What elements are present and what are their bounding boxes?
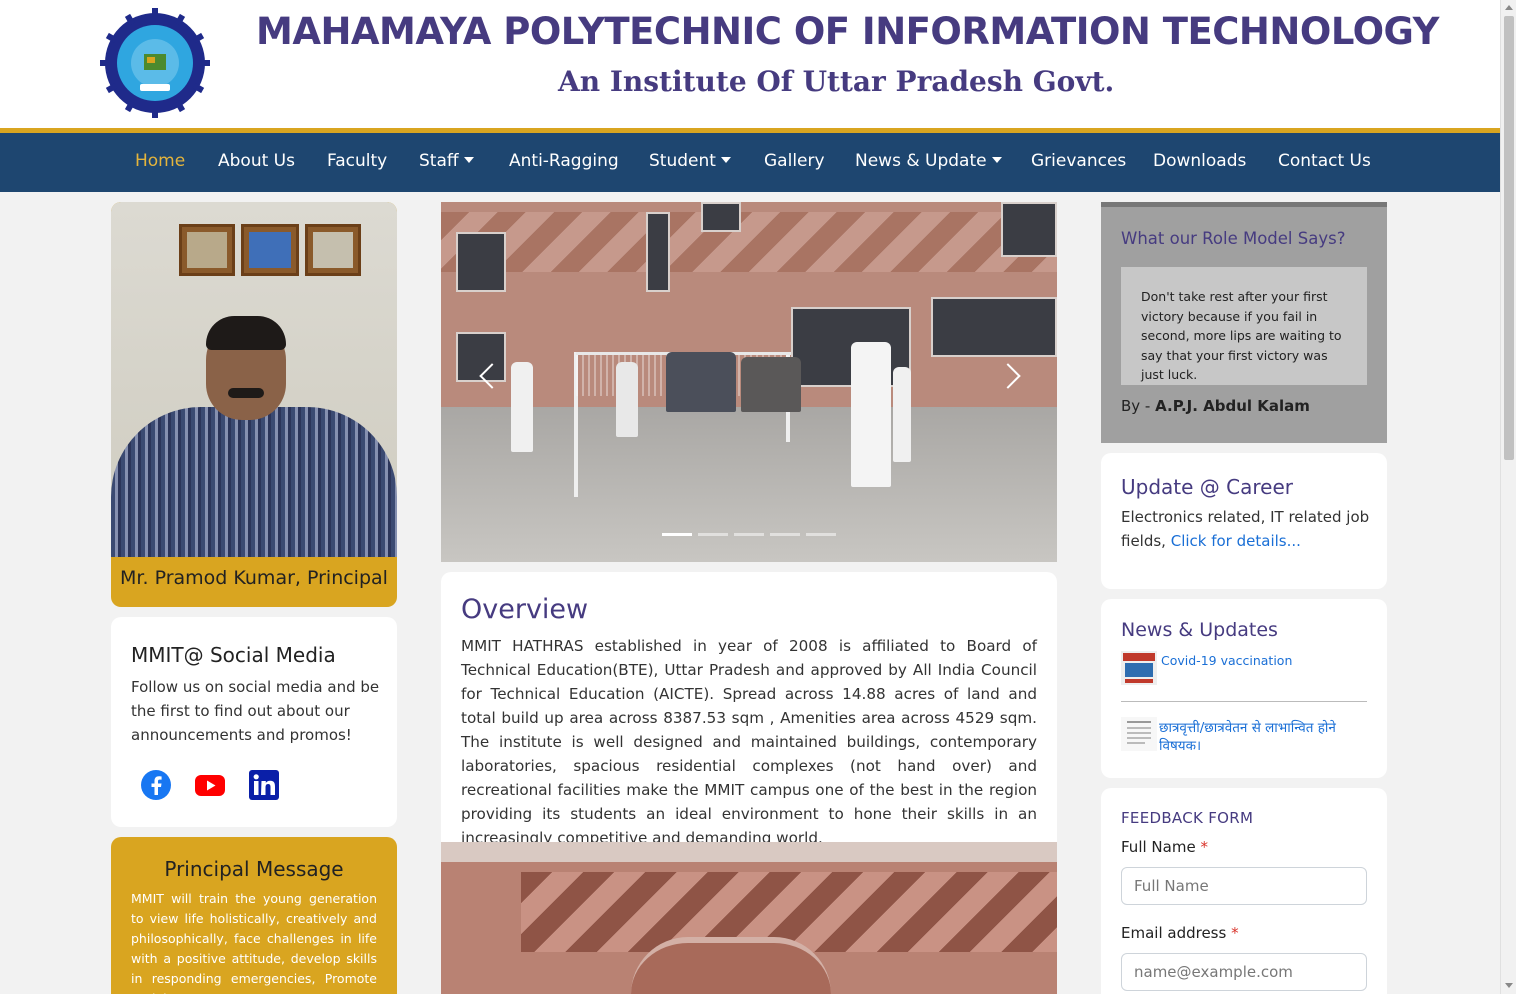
nav-staff[interactable]: Staff: [419, 151, 474, 171]
caret-down-icon: [991, 157, 1002, 163]
portrait-frame: [241, 224, 299, 276]
nav-gallery[interactable]: Gallery: [764, 151, 825, 171]
nav-home[interactable]: Home: [135, 151, 185, 171]
spectators: [741, 357, 801, 412]
institute-logo[interactable]: [100, 8, 210, 118]
youtube-icon[interactable]: [194, 769, 226, 801]
building-window: [456, 232, 506, 292]
news-link[interactable]: छात्रवृत्ती/छात्रवेतन से लाभान्वित होने …: [1159, 719, 1359, 755]
nav-student[interactable]: Student: [649, 151, 731, 171]
required-mark: *: [1200, 838, 1208, 856]
overview-card: Overview MMIT HATHRAS established in yea…: [441, 572, 1057, 847]
required-mark: *: [1231, 924, 1239, 942]
principal-message-text: MMIT will train the young generation to …: [131, 891, 377, 994]
nav-grievances[interactable]: Grievances: [1031, 151, 1126, 171]
quote-text: Don't take rest after your first victory…: [1141, 289, 1342, 382]
news-divider: [1121, 701, 1367, 702]
nav-news-update[interactable]: News & Update: [855, 151, 1002, 171]
caret-down-icon: [463, 157, 474, 163]
carousel-indicator[interactable]: [770, 533, 800, 536]
site-title: MAHAMAYA POLYTECHNIC OF INFORMATION TECH…: [256, 10, 1439, 53]
player: [511, 362, 533, 452]
email-label-text: Email address: [1121, 924, 1227, 942]
player: [893, 367, 911, 462]
principal-hair: [206, 316, 286, 350]
news-link[interactable]: Covid-19 vaccination: [1161, 652, 1292, 670]
site-subtitle: An Institute Of Uttar Pradesh Govt.: [558, 65, 1115, 98]
nav-faculty[interactable]: Faculty: [327, 151, 387, 171]
nav-about-us[interactable]: About Us: [218, 151, 295, 171]
principal-shirt: [111, 407, 397, 557]
portrait-frame: [305, 224, 361, 276]
carousel-indicator[interactable]: [662, 533, 692, 536]
quote-author: By - A.P.J. Abdul Kalam: [1121, 397, 1310, 415]
career-text: Electronics related, IT related job fiel…: [1121, 505, 1371, 553]
main-navbar: Home About Us Faculty Staff Anti-Ragging…: [0, 128, 1500, 192]
site-header: MAHAMAYA POLYTECHNIC OF INFORMATION TECH…: [0, 0, 1500, 128]
principal-moustache: [228, 388, 264, 398]
nav-contact-us[interactable]: Contact Us: [1278, 151, 1371, 171]
caret-down-icon: [720, 157, 731, 163]
full-name-label-text: Full Name: [1121, 838, 1196, 856]
portrait-frame: [179, 224, 235, 276]
news-title: News & Updates: [1121, 619, 1278, 641]
scroll-down-icon[interactable]: [1505, 983, 1513, 988]
player: [616, 362, 638, 437]
role-model-card: What our Role Model Says? Don't take res…: [1101, 202, 1387, 443]
building-window: [701, 202, 741, 232]
feedback-title: FEEDBACK FORM: [1121, 809, 1254, 827]
social-media-card: MMIT@ Social Media Follow us on social m…: [111, 617, 397, 827]
quote-box: Don't take rest after your first victory…: [1121, 267, 1367, 385]
overview-text: MMIT HATHRAS established in year of 2008…: [461, 637, 1037, 847]
email-label: Email address *: [1121, 924, 1239, 942]
nav-downloads[interactable]: Downloads: [1153, 151, 1246, 171]
role-model-title: What our Role Model Says?: [1121, 229, 1346, 248]
carousel-indicator[interactable]: [734, 533, 764, 536]
building-window: [931, 297, 1057, 357]
social-text: Follow us on social media and be the fir…: [131, 678, 380, 744]
spectators: [666, 352, 736, 412]
player: [851, 342, 891, 487]
overview-title: Overview: [461, 594, 589, 625]
building-window: [1001, 202, 1057, 257]
building-pattern: [441, 212, 1057, 272]
quote-by-prefix: By -: [1121, 397, 1156, 415]
career-details-link[interactable]: Click for details...: [1171, 532, 1301, 550]
facebook-icon[interactable]: [140, 769, 172, 801]
quote-author-name: A.P.J. Abdul Kalam: [1155, 397, 1310, 415]
page-scrollbar[interactable]: [1500, 0, 1516, 994]
document-thumbnail-icon[interactable]: [1121, 717, 1157, 751]
email-input[interactable]: [1121, 953, 1367, 991]
news-updates-card: News & Updates Covid-19 vaccination छात्…: [1101, 599, 1387, 778]
full-name-label: Full Name *: [1121, 838, 1208, 856]
principal-photo: [111, 202, 397, 557]
full-name-input[interactable]: [1121, 867, 1367, 905]
carousel-indicator[interactable]: [806, 533, 836, 536]
building-balcony: [631, 937, 831, 994]
linkedin-icon[interactable]: [248, 769, 280, 801]
principal-caption: Mr. Pramod Kumar, Principal: [120, 567, 388, 589]
scroll-up-icon[interactable]: [1505, 5, 1513, 10]
court-ground: [441, 407, 1057, 562]
scroll-thumb[interactable]: [1504, 16, 1514, 460]
news-thumbnail-icon[interactable]: [1121, 651, 1157, 685]
career-title: Update @ Career: [1121, 475, 1293, 499]
career-card: Update @ Career Electronics related, IT …: [1101, 453, 1387, 589]
principal-card: Mr. Pramod Kumar, Principal: [111, 202, 397, 607]
building-window: [646, 212, 670, 292]
image-carousel[interactable]: [441, 202, 1057, 562]
feedback-form-card: FEEDBACK FORM Full Name * Email address …: [1101, 788, 1387, 994]
carousel-indicator[interactable]: [698, 533, 728, 536]
principal-message-card: Principal Message MMIT will train the yo…: [111, 837, 397, 994]
principal-message-title: Principal Message: [164, 857, 344, 881]
campus-building-image: [441, 842, 1057, 994]
nav-anti-ragging[interactable]: Anti-Ragging: [509, 151, 619, 171]
social-title: MMIT@ Social Media: [131, 643, 336, 667]
